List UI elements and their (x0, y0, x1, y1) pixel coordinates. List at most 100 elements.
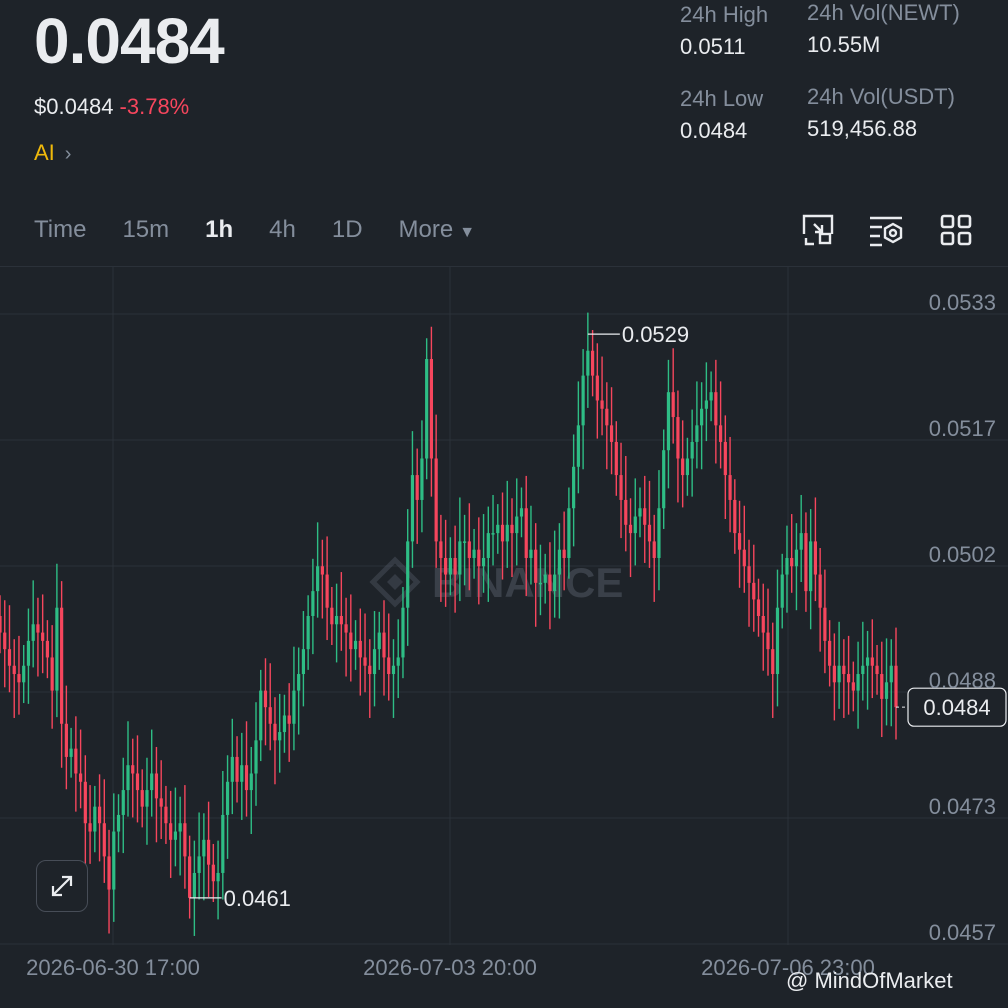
candle-body (26, 640, 31, 666)
candle-body (235, 756, 239, 782)
candle-body (761, 616, 765, 633)
candle-body (69, 748, 73, 757)
candle-body (116, 814, 121, 832)
fullscreen-chart-icon[interactable] (800, 212, 836, 248)
candle-body (78, 773, 83, 782)
candle-body (861, 665, 865, 675)
y-tick-label: 0.0473 (929, 794, 996, 819)
candle-body (481, 557, 486, 567)
candle-body (83, 781, 87, 824)
tab-more[interactable]: More ▼ (399, 216, 476, 244)
candle-body (870, 657, 874, 666)
candle-body (467, 541, 471, 558)
candle-body (662, 450, 666, 509)
stat-value: 10.55M (807, 32, 881, 57)
stat-value: 0.0484 (680, 118, 748, 143)
candle-body (202, 839, 206, 857)
candle-body (685, 458, 690, 476)
candle-body (17, 674, 21, 683)
candle-body (842, 665, 846, 675)
candle-body (216, 872, 220, 882)
candle-body (880, 674, 884, 699)
candle-body (529, 549, 533, 558)
caret-down-icon: ▼ (459, 224, 476, 241)
candle-body (154, 773, 159, 799)
tab-4h[interactable]: 4h (269, 216, 296, 244)
candle-body (282, 715, 287, 733)
candle-body (496, 524, 500, 534)
candle-body (851, 682, 855, 691)
stat-24h-low: 24h Low 0.0484 (680, 86, 763, 144)
candle-body (515, 516, 519, 534)
x-tick-label: 2026-07-03 20:00 (363, 955, 537, 980)
candle-body (349, 632, 353, 650)
candle-body (311, 591, 315, 616)
candle-body (567, 508, 571, 558)
binance-logo-icon (369, 556, 421, 608)
candle-body (714, 392, 718, 426)
candle-body (628, 524, 633, 534)
candle-body (794, 549, 799, 567)
candle-body (126, 765, 130, 791)
indicator-settings-icon[interactable] (868, 212, 904, 248)
tab-time[interactable]: Time (34, 216, 86, 244)
candle-body (785, 557, 789, 575)
candle-body (538, 582, 543, 585)
candle-body (358, 640, 362, 658)
grid-layout-icon[interactable] (938, 212, 974, 248)
candle-body (458, 541, 462, 575)
candle-body (363, 657, 367, 666)
candle-body (804, 533, 808, 592)
candle-body (131, 765, 135, 774)
candle-body (766, 632, 770, 650)
candle-body (505, 524, 509, 542)
candle-body (700, 408, 704, 426)
candle-body (557, 549, 562, 575)
candle-body (681, 458, 685, 476)
candle-body (491, 533, 495, 535)
candle-body (159, 798, 163, 807)
y-tick-label: 0.0488 (929, 668, 996, 693)
candle-body (64, 723, 68, 757)
candle-body (894, 665, 898, 708)
candle-body (553, 574, 557, 592)
candle-body (197, 856, 201, 873)
candle-body (50, 657, 54, 691)
candle-body (534, 549, 538, 583)
stat-label: 24h Vol(USDT) (807, 84, 955, 109)
tab-1d[interactable]: 1D (332, 216, 363, 244)
candle-body (775, 607, 780, 675)
candle-body (472, 549, 476, 558)
candle-body (145, 790, 149, 807)
candle-body (41, 632, 45, 641)
candle-body (605, 408, 609, 426)
candle-body (609, 425, 614, 442)
candle-body (590, 350, 595, 376)
candle-body (747, 566, 751, 583)
candle-body (334, 616, 339, 625)
y-axis: 0.0533 0.0517 0.0502 0.0488 0.0473 0.0457 (929, 290, 996, 945)
candle-body (169, 823, 173, 840)
candle-body (192, 872, 196, 898)
high-annotation: 0.0529 (622, 322, 689, 347)
candle-body (462, 541, 467, 543)
candle-body (444, 557, 448, 575)
tab-1h[interactable]: 1h (205, 216, 233, 244)
candle-body (183, 823, 187, 857)
ai-tag-link[interactable]: AI › (34, 140, 71, 166)
candle-body (22, 665, 26, 683)
tab-15m[interactable]: 15m (122, 216, 169, 244)
candle-body (690, 441, 694, 459)
price-sub-row: $0.0484 -3.78% (34, 94, 189, 120)
candle-body (733, 499, 737, 534)
candlestick-chart[interactable]: BINANCE 0.05290.04610.0484 0.05330.05170… (0, 266, 1008, 1008)
candle-body (396, 657, 400, 666)
candle-body (718, 425, 723, 442)
candle-body (320, 566, 324, 575)
candle-body (524, 508, 528, 558)
candle-body (382, 632, 386, 658)
candle-body (278, 732, 282, 741)
expand-chart-button[interactable] (36, 860, 88, 912)
expand-arrows-icon (51, 875, 73, 897)
interval-tabs: Time 15m 1h 4h 1D More ▼ (34, 216, 511, 244)
